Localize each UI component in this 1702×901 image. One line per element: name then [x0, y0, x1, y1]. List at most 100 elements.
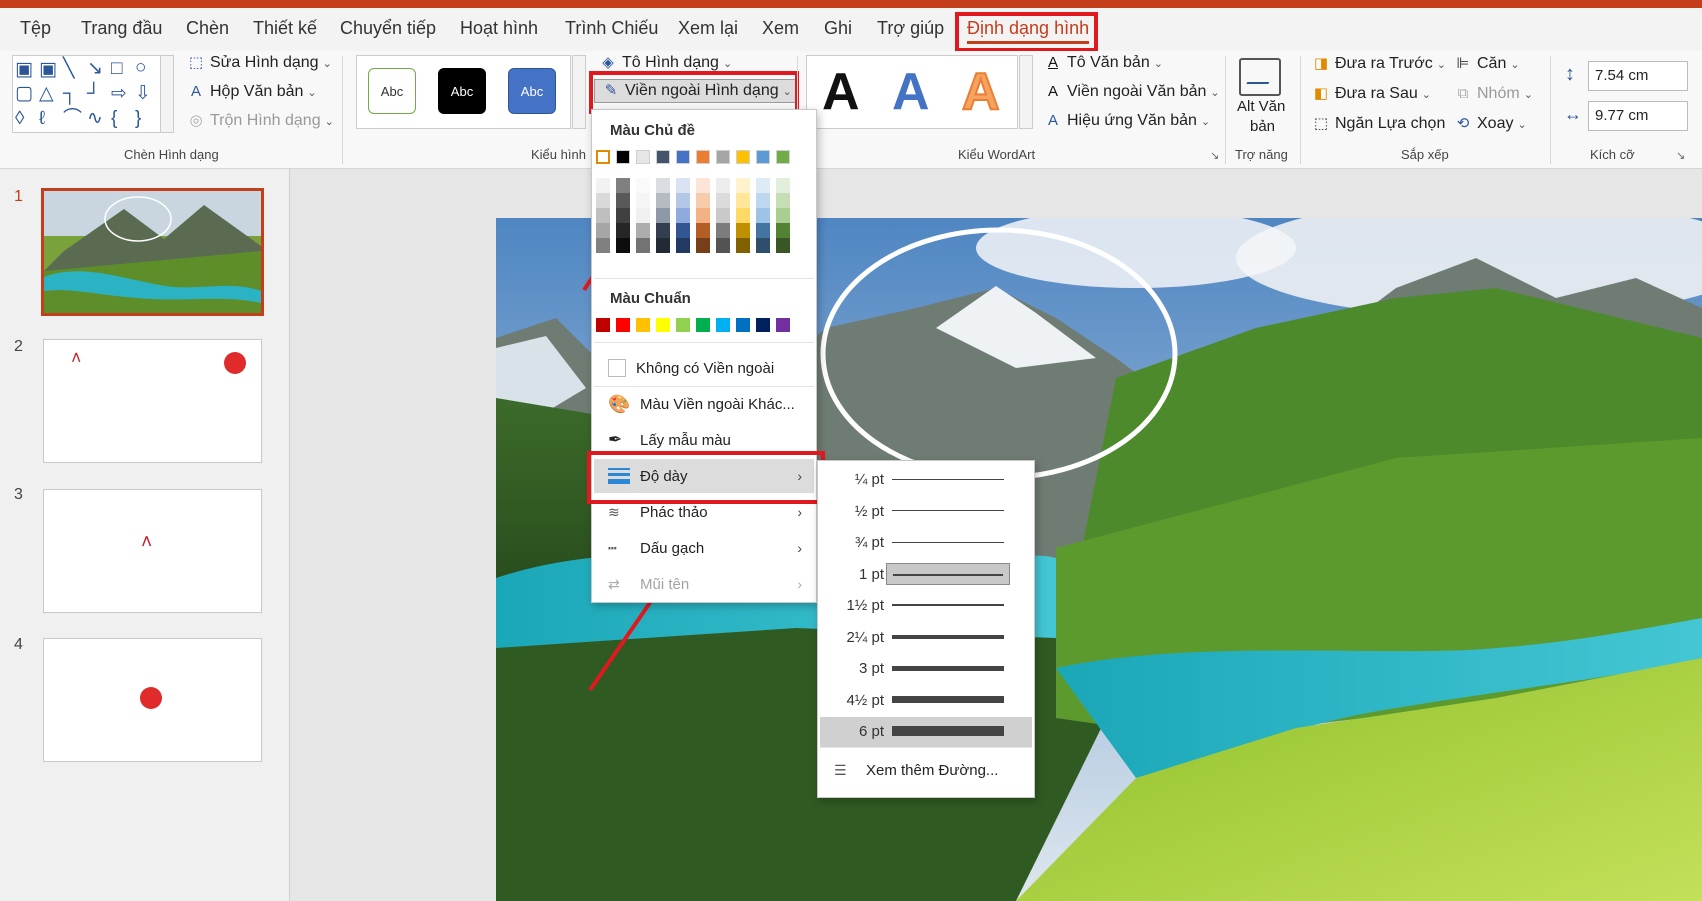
shape-height-input[interactable]: 7.54 cm [1588, 61, 1688, 91]
theme-color-shade-swatch[interactable] [676, 193, 690, 208]
theme-color-swatch[interactable] [616, 150, 630, 164]
more-outline-colors-item[interactable]: 🎨 Màu Viền ngoài Khác... [594, 387, 814, 421]
wordart-style-blue[interactable]: A [892, 62, 930, 122]
weight-option[interactable]: 2¼ pt [820, 623, 1032, 653]
bring-forward-button[interactable]: ◨ Đưa ra Trước ⌄ [1311, 55, 1446, 73]
selection-pane-button[interactable]: ⬚ Ngăn Lựa chọn [1311, 115, 1445, 133]
textbox-shape-icon[interactable]: ▣ [15, 60, 33, 79]
theme-color-shade-swatch[interactable] [696, 238, 710, 253]
slide-thumbnail-1[interactable] [41, 188, 264, 316]
text-fill-button[interactable]: A Tô Văn bản ⌄ [1043, 54, 1163, 72]
shape-style-dark[interactable]: Abc [438, 68, 486, 114]
alt-text-label-2[interactable]: bản [1250, 118, 1275, 135]
theme-color-shade-swatch[interactable] [716, 238, 730, 253]
theme-color-shade-swatch[interactable] [756, 178, 770, 193]
weight-option[interactable]: 6 pt [820, 717, 1032, 747]
arrow-line-shape-icon[interactable]: ↘ [87, 59, 103, 78]
standard-color-swatch[interactable] [656, 318, 670, 332]
theme-color-shade-swatch[interactable] [736, 238, 750, 253]
theme-color-swatch[interactable] [636, 150, 650, 164]
theme-color-shade-swatch[interactable] [736, 223, 750, 238]
theme-color-shade-swatch[interactable] [776, 193, 790, 208]
theme-color-swatch[interactable] [736, 150, 750, 164]
merge-shapes-button[interactable]: ◎ Trộn Hình dạng ⌄ [186, 112, 333, 130]
shape-style-outline[interactable]: Abc [368, 68, 416, 114]
standard-color-swatch[interactable] [676, 318, 690, 332]
slide-thumbnail-2[interactable]: ⋀ [43, 339, 262, 463]
tab-help[interactable]: Trợ giúp [877, 18, 944, 39]
dialog-launcher-icon[interactable]: ↘ [1676, 149, 1685, 162]
line-shape-icon[interactable]: ╲ [63, 59, 74, 78]
theme-color-shade-swatch[interactable] [636, 238, 650, 253]
weight-option[interactable]: ½ pt [820, 497, 1032, 527]
rectangle-shape-icon[interactable]: □ [111, 59, 122, 78]
wordart-style-orange[interactable]: A [961, 62, 1001, 122]
tab-slideshow[interactable]: Trình Chiếu [565, 18, 658, 39]
weight-option[interactable]: 1 pt [820, 560, 1032, 590]
slide-thumbnail-4[interactable] [43, 638, 262, 762]
triangle-shape-icon[interactable]: △ [39, 84, 54, 103]
right-arrow-shape-icon[interactable]: ⇨ [111, 84, 127, 103]
theme-color-shade-swatch[interactable] [756, 238, 770, 253]
right-brace-shape-icon[interactable]: } [135, 109, 141, 128]
theme-color-swatch[interactable] [756, 150, 770, 164]
tab-view[interactable]: Xem [762, 18, 799, 39]
oval-shape-icon[interactable]: ○ [135, 58, 146, 77]
theme-color-shade-swatch[interactable] [716, 178, 730, 193]
tab-insert[interactable]: Chèn [186, 18, 229, 39]
text-effects-button[interactable]: A Hiệu ứng Văn bản ⌄ [1043, 112, 1210, 130]
theme-color-shade-swatch[interactable] [616, 238, 630, 253]
theme-color-swatch[interactable] [716, 150, 730, 164]
theme-color-shade-swatch[interactable] [756, 223, 770, 238]
theme-color-shade-swatch[interactable] [676, 178, 690, 193]
tab-animations[interactable]: Hoạt hình [460, 18, 538, 39]
freeform-shape-icon[interactable]: ℓ [39, 109, 45, 128]
theme-color-shade-swatch[interactable] [656, 193, 670, 208]
theme-color-swatch[interactable] [696, 150, 710, 164]
theme-color-shade-swatch[interactable] [716, 193, 730, 208]
weight-option[interactable]: 4½ pt [820, 686, 1032, 716]
theme-color-shade-swatch[interactable] [636, 223, 650, 238]
weight-option[interactable]: ¾ pt [820, 528, 1032, 558]
theme-color-shade-swatch[interactable] [776, 208, 790, 223]
wordart-style-black[interactable]: A [822, 62, 860, 122]
theme-color-shade-swatch[interactable] [636, 208, 650, 223]
standard-color-swatch[interactable] [636, 318, 650, 332]
theme-color-shade-swatch[interactable] [616, 223, 630, 238]
more-lines-item[interactable]: ☰ Xem thêm Đường... [820, 753, 1032, 787]
group-button[interactable]: ⧉ Nhóm ⌄ [1453, 85, 1533, 103]
theme-color-shade-swatch[interactable] [596, 193, 610, 208]
theme-color-shade-swatch[interactable] [736, 193, 750, 208]
theme-color-shade-swatch[interactable] [716, 223, 730, 238]
theme-color-shade-swatch[interactable] [656, 223, 670, 238]
arrows-item[interactable]: ⇄ Mũi tên › [594, 567, 814, 601]
dashes-item[interactable]: ┅ Dấu gạch › [594, 531, 814, 565]
text-box-button[interactable]: A Hộp Văn bản ⌄ [186, 83, 317, 101]
rotate-button[interactable]: ⟲ Xoay ⌄ [1453, 115, 1527, 133]
standard-color-swatch[interactable] [696, 318, 710, 332]
left-brace-shape-icon[interactable]: { [111, 109, 117, 128]
tab-design[interactable]: Thiết kế [253, 18, 317, 39]
theme-color-shade-swatch[interactable] [696, 208, 710, 223]
standard-color-swatch[interactable] [776, 318, 790, 332]
rounded-rect-shape-icon[interactable]: ▢ [15, 84, 33, 103]
shapes-gallery[interactable]: ▣ ▣ ╲ ↘ □ ○ ▢ △ ┐ ┘ ⇨ ⇩ ◊ ℓ ⌒ ∿ { } [12, 55, 174, 133]
send-backward-button[interactable]: ◧ Đưa ra Sau ⌄ [1311, 85, 1431, 103]
elbow-connector-shape-icon[interactable]: ┘ [87, 84, 100, 103]
theme-color-shade-swatch[interactable] [656, 208, 670, 223]
vertical-textbox-shape-icon[interactable]: ▣ [39, 60, 57, 79]
shape-fill-button[interactable]: ◈ Tô Hình dạng ⌄ [598, 54, 732, 72]
theme-color-shade-swatch[interactable] [676, 208, 690, 223]
callout-shape-icon[interactable]: ◊ [15, 109, 24, 128]
curve-shape-icon[interactable]: ∿ [87, 109, 103, 128]
standard-color-swatch[interactable] [716, 318, 730, 332]
theme-color-shade-swatch[interactable] [776, 238, 790, 253]
down-arrow-shape-icon[interactable]: ⇩ [135, 84, 151, 103]
edit-shape-button[interactable]: ⬚ Sửa Hình dạng ⌄ [186, 54, 332, 72]
shape-width-input[interactable]: 9.77 cm [1588, 101, 1688, 131]
alt-text-label[interactable]: Alt Văn [1237, 98, 1285, 115]
alt-text-icon[interactable] [1239, 58, 1281, 96]
dialog-launcher-icon[interactable]: ↘ [1210, 149, 1219, 162]
theme-color-swatch[interactable] [596, 150, 610, 164]
theme-color-shade-swatch[interactable] [636, 193, 650, 208]
